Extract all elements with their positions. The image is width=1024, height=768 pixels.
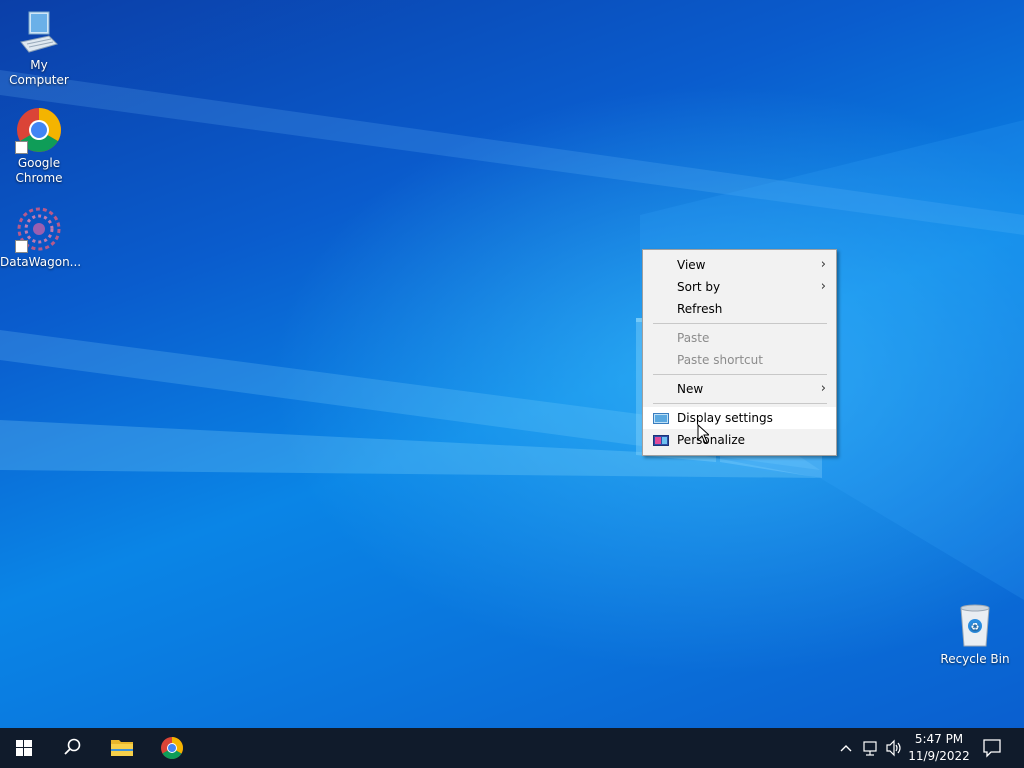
menu-item-label: New: [677, 382, 704, 396]
desktop-wallpaper[interactable]: My Computer Google Chrome DataWagon... ♻…: [0, 0, 1024, 728]
chrome-icon: [15, 106, 63, 154]
desktop-icon-datawagon[interactable]: DataWagon...: [0, 205, 82, 270]
desktop-icon-my-computer[interactable]: My Computer: [0, 8, 78, 88]
menu-item-personalize[interactable]: Personalize: [643, 429, 836, 451]
windows-start-icon: [16, 740, 32, 756]
network-button[interactable]: [860, 728, 882, 768]
menu-item-label: Refresh: [677, 302, 723, 316]
show-hidden-icons-button[interactable]: [836, 728, 856, 768]
action-center-button[interactable]: [978, 728, 1006, 768]
file-explorer-button[interactable]: [98, 728, 146, 768]
svg-text:♻: ♻: [971, 622, 980, 633]
desktop-icon-label: Google Chrome: [15, 156, 63, 185]
menu-item-sort-by[interactable]: Sort by ›: [643, 276, 836, 298]
chevron-right-icon: ›: [820, 257, 826, 272]
display-settings-icon: [653, 411, 669, 425]
menu-item-label: Paste: [677, 331, 710, 345]
menu-item-label: Paste shortcut: [677, 353, 763, 367]
computer-icon: [15, 8, 63, 56]
taskbar-clock[interactable]: 5:47 PM 11/9/2022: [904, 731, 974, 765]
recycle-bin-icon: ♻: [951, 602, 999, 650]
menu-separator: [653, 403, 827, 404]
desktop-icon-label: Recycle Bin: [940, 652, 1010, 666]
clock-time: 5:47 PM: [914, 732, 964, 746]
chevron-right-icon: ›: [820, 381, 826, 396]
datawagon-icon: [15, 205, 63, 253]
menu-item-display-settings[interactable]: Display settings: [643, 407, 836, 429]
menu-item-label: Personalize: [677, 433, 746, 447]
mouse-cursor-icon: [697, 424, 709, 444]
chrome-icon: [161, 737, 183, 759]
wallpaper-light-beams: [0, 70, 1024, 600]
volume-button[interactable]: [884, 728, 904, 768]
menu-item-label: Sort by: [677, 280, 721, 294]
desktop-icon-recycle-bin[interactable]: ♻ Recycle Bin: [936, 602, 1014, 667]
chrome-taskbar-button[interactable]: [148, 728, 196, 768]
desktop-icon-google-chrome[interactable]: Google Chrome: [0, 106, 78, 186]
taskbar: 5:47 PM 11/9/2022: [0, 728, 1024, 768]
desktop-context-menu: View › Sort by › Refresh Paste Paste sho…: [642, 249, 837, 456]
shortcut-arrow-icon: [15, 141, 28, 154]
clock-date: 11/9/2022: [908, 749, 970, 763]
menu-item-view[interactable]: View ›: [643, 254, 836, 276]
menu-item-new[interactable]: New ›: [643, 378, 836, 400]
menu-item-label: View: [677, 258, 706, 272]
notifications-icon: [983, 739, 1001, 758]
menu-item-paste-shortcut: Paste shortcut: [643, 349, 836, 371]
menu-item-refresh[interactable]: Refresh: [643, 298, 836, 320]
personalize-icon: [653, 433, 669, 447]
start-button[interactable]: [0, 728, 48, 768]
menu-separator: [653, 374, 827, 375]
volume-icon: [886, 739, 901, 757]
search-icon: [64, 738, 81, 755]
menu-separator: [653, 323, 827, 324]
desktop-icon-label: DataWagon...: [0, 255, 82, 269]
chevron-right-icon: ›: [820, 279, 826, 294]
shortcut-arrow-icon: [15, 240, 28, 253]
menu-item-paste: Paste: [643, 327, 836, 349]
file-explorer-icon: [111, 740, 133, 756]
desktop-icon-label: My Computer: [9, 58, 69, 87]
network-icon: [863, 741, 877, 756]
chevron-up-icon: [840, 745, 852, 752]
menu-item-label: Display settings: [677, 411, 773, 425]
search-button[interactable]: [48, 728, 96, 768]
